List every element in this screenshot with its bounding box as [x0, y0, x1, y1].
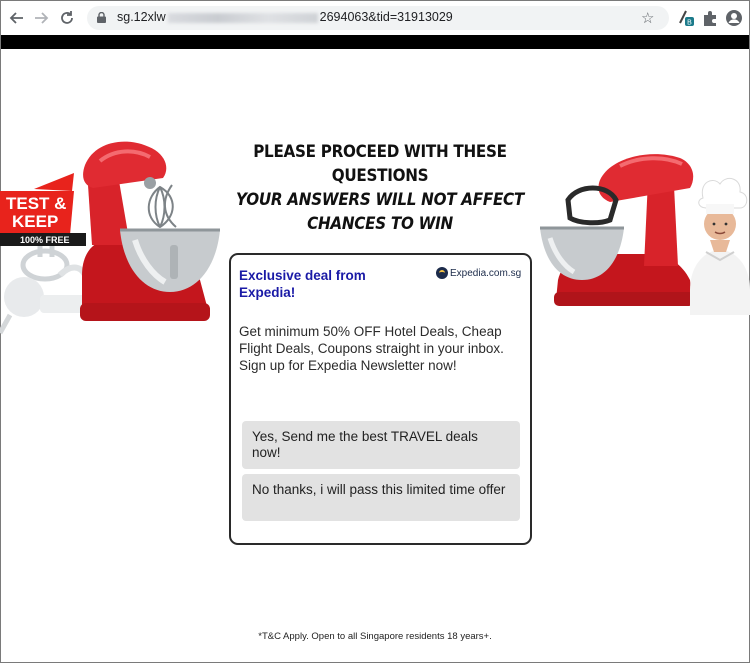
test-and-keep-badge: TEST & KEEP 100% FREE [0, 173, 86, 246]
brand-logo: Expedia.com.sg [436, 267, 521, 279]
svg-text:B: B [687, 20, 692, 27]
url-text: sg.12xlw 2694063&tid=31913029 [117, 10, 453, 24]
back-arrow-icon[interactable] [7, 8, 27, 28]
stand-mixer-left-image: TEST & KEEP 100% FREE [0, 141, 220, 335]
decline-offer-button[interactable]: No thanks, i will pass this limited time… [242, 474, 520, 521]
offer-title: Exclusive deal from Expedia! [239, 268, 366, 300]
url-prefix: sg.12xlw [117, 10, 166, 24]
url-redacted [167, 12, 318, 23]
lock-icon [97, 12, 106, 23]
badge-line1: TEST & [6, 194, 66, 213]
accept-offer-button[interactable]: Yes, Send me the best TRAVEL deals now! [242, 421, 520, 469]
offer-card: Exclusive deal from Expedia! Expedia.com… [229, 253, 532, 545]
headline-line3: YOUR ANSWERS WILL NOT AFFECT [236, 190, 524, 209]
chef-image [690, 177, 750, 315]
profile-avatar-icon[interactable] [725, 9, 743, 27]
headline-line4: CHANCES TO WIN [307, 214, 453, 233]
badge-line3: 100% FREE [20, 235, 70, 245]
browser-toolbar: sg.12xlw 2694063&tid=31913029 ☆ B [1, 1, 749, 35]
page-headline: PLEASE PROCEED WITH THESE QUESTIONS YOUR… [214, 140, 545, 236]
expedia-logo-icon [436, 267, 448, 279]
forward-arrow-icon[interactable] [31, 8, 51, 28]
extension-badge-icon[interactable]: B [677, 9, 695, 27]
terms-footer: *T&C Apply. Open to all Singapore reside… [258, 631, 492, 642]
page-top-bar [1, 35, 749, 49]
extensions-puzzle-icon[interactable] [701, 9, 719, 27]
bookmark-star-icon[interactable]: ☆ [641, 9, 654, 27]
brand-name: Expedia.com.sg [450, 267, 522, 279]
headline-line2: QUESTIONS [331, 166, 429, 185]
stand-mixer-right-image [540, 154, 750, 315]
reload-icon[interactable] [57, 8, 77, 28]
headline-line1: PLEASE PROCEED WITH THESE [253, 142, 507, 161]
address-bar[interactable]: sg.12xlw 2694063&tid=31913029 ☆ [87, 6, 669, 30]
badge-line2: KEEP [12, 212, 58, 231]
mixer-accessories [0, 237, 90, 335]
offer-description: Get minimum 50% OFF Hotel Deals, Cheap F… [239, 324, 504, 373]
url-suffix: 2694063&tid=31913029 [319, 10, 453, 24]
